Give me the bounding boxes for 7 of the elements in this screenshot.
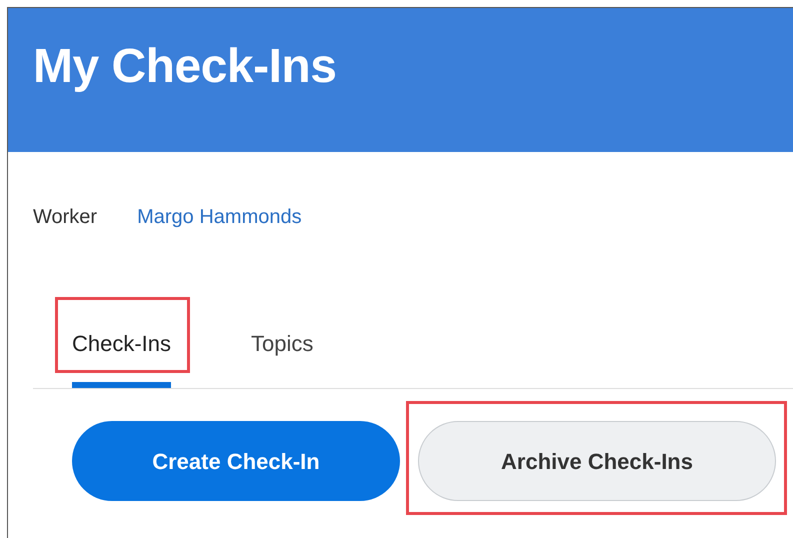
- tab[interactable]: Topics: [251, 327, 314, 388]
- archive-button[interactable]: Archive Check-Ins: [418, 421, 776, 501]
- create-button[interactable]: Create Check-In: [72, 421, 400, 501]
- worker-link[interactable]: Margo Hammonds: [137, 202, 302, 232]
- tab[interactable]: Check-Ins: [72, 327, 172, 388]
- page-title: My Check-Ins: [33, 39, 338, 95]
- worker-label: Worker: [33, 205, 98, 230]
